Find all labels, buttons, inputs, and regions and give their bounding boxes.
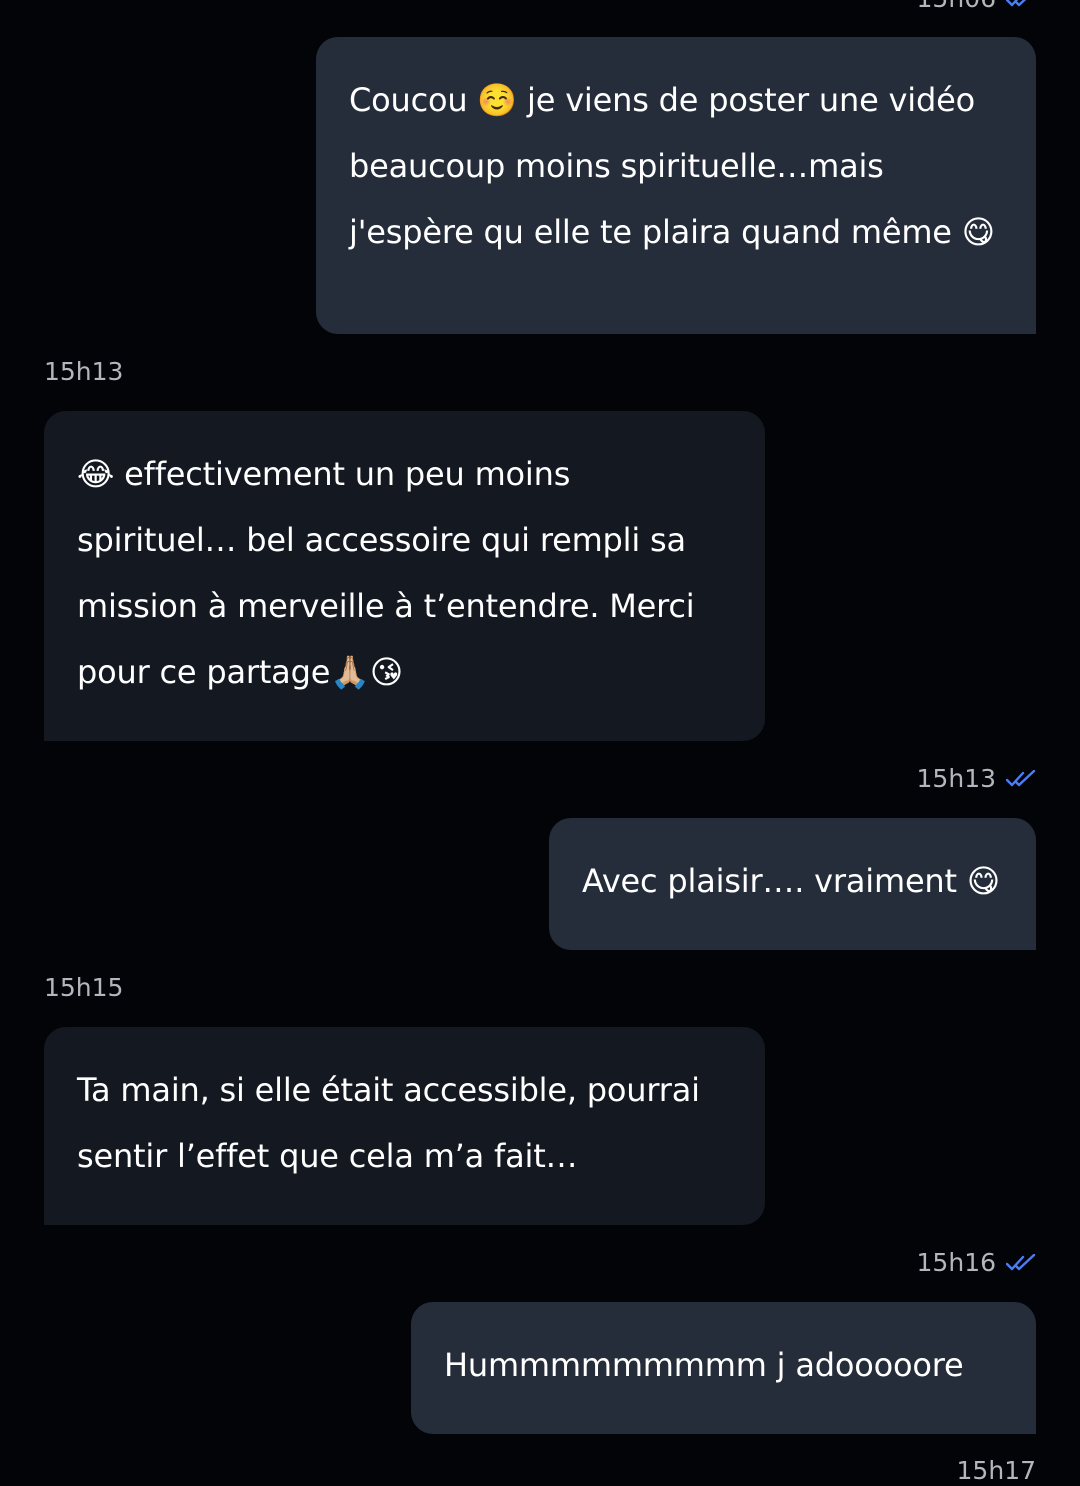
message-text: Ta main, si elle était accessible, pourr… xyxy=(77,1071,700,1175)
message-bubble-outgoing[interactable]: Coucou ☺️ je viens de poster une vidéo b… xyxy=(316,37,1036,334)
timestamp: 15h16 xyxy=(916,1248,996,1277)
message-bubble-outgoing[interactable]: Avec plaisir…. vraiment 😋 xyxy=(549,818,1036,950)
chat-thread: 15h06 Coucou ☺️ je viens de poster une v… xyxy=(0,0,1080,1485)
message-meta: 15h06 xyxy=(917,0,1036,14)
message-bubble-outgoing[interactable]: Hummmmmmmmm j adooooore xyxy=(411,1302,1036,1434)
timestamp: 15h15 xyxy=(44,973,124,1002)
message-text: Hummmmmmmmm j adooooore xyxy=(444,1346,964,1384)
double-check-icon xyxy=(1006,770,1036,787)
message-text: Avec plaisir…. vraiment 😋 xyxy=(582,862,1000,900)
timestamp: 15h17 xyxy=(956,1456,1036,1485)
message-meta: 15h13 xyxy=(917,764,1036,794)
timestamp: 15h06 xyxy=(917,0,996,14)
message-meta: 15h17 xyxy=(957,1456,1036,1486)
message-text: Coucou ☺️ je viens de poster une vidéo b… xyxy=(349,81,995,251)
timestamp: 15h13 xyxy=(44,357,124,386)
message-text: 😂 effectivement un peu moins spirituel… … xyxy=(77,455,695,691)
message-bubble-incoming[interactable]: Ta main, si elle était accessible, pourr… xyxy=(44,1027,765,1225)
double-check-icon xyxy=(1006,0,1027,7)
double-check-icon xyxy=(1006,1254,1036,1271)
message-bubble-incoming[interactable]: 😂 effectivement un peu moins spirituel… … xyxy=(44,411,765,741)
message-meta: 15h16 xyxy=(917,1248,1036,1278)
timestamp: 15h13 xyxy=(916,764,996,793)
